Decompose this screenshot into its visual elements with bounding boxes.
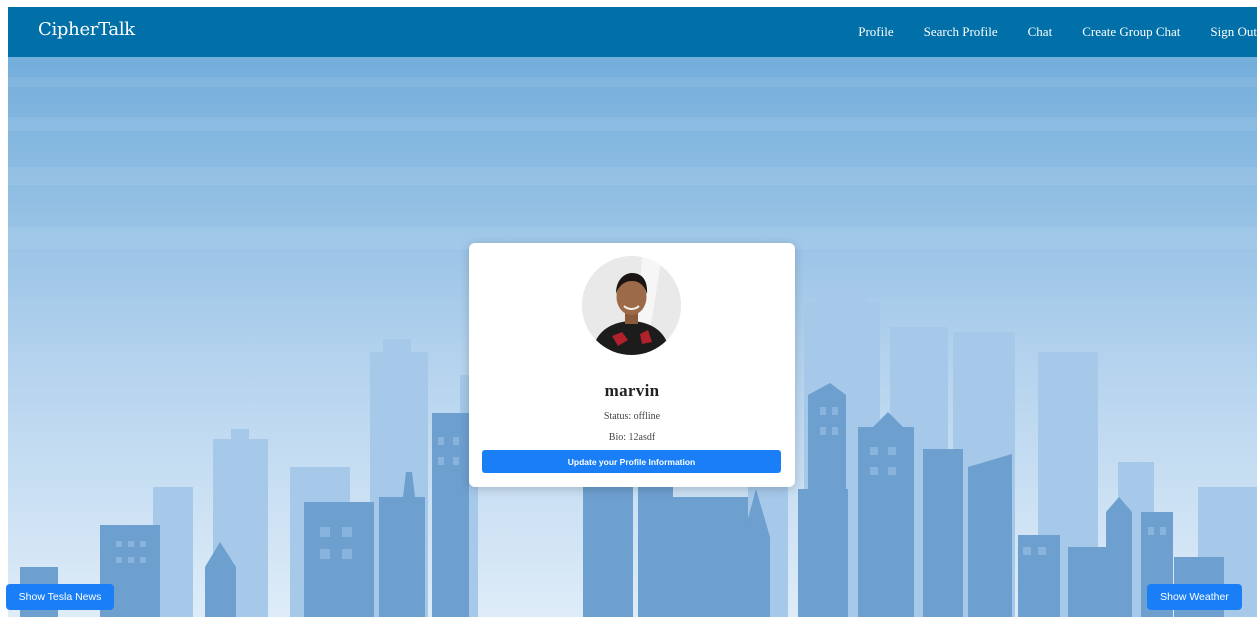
navbar: CipherTalk Profile Search Profile Chat C… bbox=[8, 7, 1257, 57]
update-profile-button[interactable]: Update your Profile Information bbox=[482, 450, 781, 473]
nav-create-group-chat-link[interactable]: Create Group Chat bbox=[1082, 24, 1180, 40]
show-tesla-news-button[interactable]: Show Tesla News bbox=[6, 584, 114, 610]
nav-links: Profile Search Profile Chat Create Group… bbox=[828, 7, 1257, 57]
show-weather-button[interactable]: Show Weather bbox=[1147, 584, 1242, 610]
nav-chat-link[interactable]: Chat bbox=[1028, 24, 1053, 40]
app-frame: CipherTalk Profile Search Profile Chat C… bbox=[8, 7, 1257, 617]
profile-bio: Bio: 12asdf bbox=[608, 432, 656, 443]
profile-avatar bbox=[582, 256, 681, 355]
profile-status: Status: offline bbox=[603, 411, 661, 422]
nav-search-profile-link[interactable]: Search Profile bbox=[924, 24, 998, 40]
profile-card: marvin Status: offline Bio: 12asdf Updat… bbox=[469, 243, 795, 487]
nav-profile-link[interactable]: Profile bbox=[858, 24, 893, 40]
profile-username: marvin bbox=[604, 381, 660, 400]
nav-sign-out-link[interactable]: Sign Out bbox=[1210, 24, 1257, 40]
avatar-photo bbox=[582, 256, 681, 355]
brand-logo[interactable]: CipherTalk bbox=[38, 19, 135, 40]
